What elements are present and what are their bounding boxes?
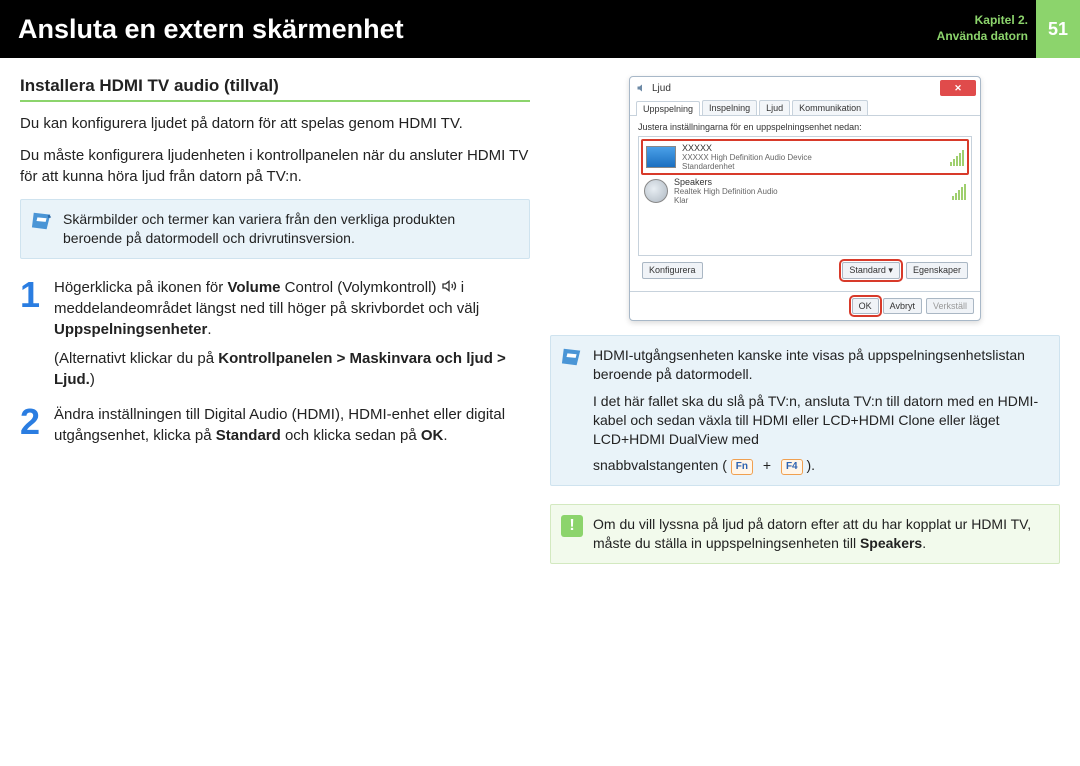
tab-sounds[interactable]: Ljud <box>759 100 790 115</box>
dialog-tabs: Uppspelning Inspelning Ljud Kommunikatio… <box>630 96 980 116</box>
dialog-title: Ljud <box>648 83 940 94</box>
cancel-button[interactable]: Avbryt <box>883 298 922 314</box>
tab-recording[interactable]: Inspelning <box>702 100 757 115</box>
level-meter <box>950 148 964 166</box>
properties-button[interactable]: Egenskaper <box>906 262 968 279</box>
page-title: Ansluta en extern skärmenhet <box>18 14 937 45</box>
tab-playback[interactable]: Uppspelning <box>636 101 700 116</box>
speaker-icon <box>636 82 648 95</box>
note-icon <box>31 210 53 248</box>
step-2: 2 Ändra inställningen till Digital Audio… <box>20 404 530 446</box>
device-item-hdmi[interactable]: XXXXX XXXXX High Definition Audio Device… <box>641 139 969 175</box>
hdmi-note: HDMI-utgångsenheten kanske inte visas på… <box>550 335 1060 486</box>
ok-button[interactable]: OK <box>852 298 879 314</box>
page-number: 51 <box>1036 0 1080 58</box>
speakers-alert: ! Om du vill lyssna på ljud på datorn ef… <box>550 504 1060 564</box>
set-default-button[interactable]: Standard ▾ <box>842 262 900 279</box>
apply-button[interactable]: Verkställ <box>926 298 974 314</box>
chapter-label: Kapitel 2. Använda datorn <box>937 13 1036 44</box>
section-heading: Installera HDMI TV audio (tillval) <box>20 76 530 102</box>
level-meter <box>952 182 966 200</box>
info-note: Skärmbilder och termer kan variera från … <box>20 199 530 259</box>
step-1: 1 Högerklicka på ikonen för Volume Contr… <box>20 277 530 391</box>
tab-comm[interactable]: Kommunikation <box>792 100 868 115</box>
device-list: XXXXX XXXXX High Definition Audio Device… <box>638 136 972 256</box>
header-right: Kapitel 2. Använda datorn 51 <box>937 0 1080 58</box>
dialog-titlebar: Ljud ✕ <box>630 77 980 96</box>
monitor-icon <box>646 146 676 168</box>
note-text: Skärmbilder och termer kan variera från … <box>63 210 517 248</box>
right-column: Ljud ✕ Uppspelning Inspelning Ljud Kommu… <box>550 76 1060 564</box>
close-button[interactable]: ✕ <box>940 80 976 96</box>
step-body: Ändra inställningen till Digital Audio (… <box>54 404 530 446</box>
step-number: 1 <box>20 277 46 391</box>
configure-button[interactable]: Konfigurera <box>642 262 703 279</box>
paragraph: Du måste konfigurera ljudenheten i kontr… <box>20 146 530 187</box>
f4-key: F4 <box>781 459 803 475</box>
speaker-icon <box>644 179 668 203</box>
volume-icon <box>441 277 457 298</box>
device-item-speakers[interactable]: Speakers Realtek High Definition Audio K… <box>641 175 969 207</box>
content: Installera HDMI TV audio (tillval) Du ka… <box>0 58 1080 564</box>
paragraph: Du kan konfigurera ljudet på datorn för … <box>20 114 530 134</box>
dialog-instruction: Justera inställningarna för en uppspelni… <box>638 122 972 132</box>
note-icon <box>561 346 583 475</box>
left-column: Installera HDMI TV audio (tillval) Du ka… <box>20 76 530 564</box>
alert-icon: ! <box>561 515 583 537</box>
fn-key: Fn <box>731 459 753 475</box>
step-number: 2 <box>20 404 46 446</box>
step-body: Högerklicka på ikonen för Volume Control… <box>54 277 530 391</box>
sound-dialog: Ljud ✕ Uppspelning Inspelning Ljud Kommu… <box>629 76 981 321</box>
page-header: Ansluta en extern skärmenhet Kapitel 2. … <box>0 0 1080 58</box>
